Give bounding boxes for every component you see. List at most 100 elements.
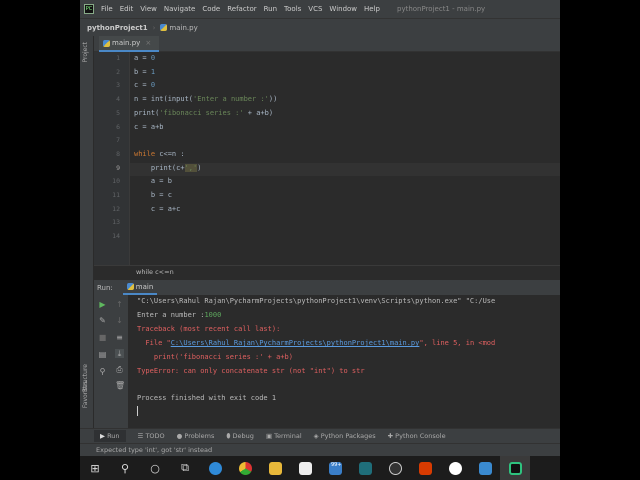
store-icon[interactable]	[290, 456, 320, 480]
project-tool-button[interactable]: Project	[82, 42, 89, 63]
menu-navigate[interactable]: Navigate	[164, 5, 195, 13]
down-arrow-icon[interactable]: ↓	[115, 316, 124, 325]
line-number: 11	[112, 191, 120, 199]
run-toolbar-2: ↑ ↓ ≡ ⤓ ⎙ 🗑	[111, 295, 128, 428]
line-number: 9	[116, 163, 120, 172]
line-number: 7	[116, 136, 120, 145]
run-console-output[interactable]: "C:\Users\Rahul Rajan\PycharmProjects\py…	[128, 295, 560, 428]
console-prompt: Enter a number :1000	[137, 311, 222, 319]
tool-tab-todo[interactable]: ☰ TODO	[138, 432, 165, 440]
menu-tools[interactable]: Tools	[284, 5, 301, 13]
wrench-icon[interactable]: ✎	[98, 316, 107, 325]
obs-icon[interactable]	[380, 456, 410, 480]
app-circle-icon[interactable]	[440, 456, 470, 480]
menu-code[interactable]: Code	[202, 5, 220, 13]
code-line: b = c	[134, 191, 172, 199]
status-bar: Expected type 'int', got 'str' instead	[80, 443, 560, 456]
run-label: Run:	[97, 283, 113, 292]
layout-icon[interactable]: ▤	[98, 350, 107, 359]
menu-window[interactable]: Window	[329, 5, 357, 13]
status-message: Expected type 'int', got 'str' instead	[96, 446, 213, 454]
tab-main-py[interactable]: main.py ×	[99, 36, 160, 52]
breadcrumb-file[interactable]: main.py	[160, 24, 198, 32]
menu-bar: PC File Edit View Navigate Code Refactor…	[80, 0, 560, 18]
tool-tab-problems[interactable]: ● Problems	[177, 432, 215, 440]
text-cursor	[137, 406, 138, 416]
pycharm-window: PC File Edit View Navigate Code Refactor…	[80, 0, 560, 456]
menu-refactor[interactable]: Refactor	[227, 5, 256, 13]
close-icon[interactable]: ×	[145, 39, 151, 47]
tool-tab-debug[interactable]: ⬮ Debug	[226, 432, 254, 441]
traceback-file-link[interactable]: C:\Users\Rahul Rajan\PycharmProjects\pyt…	[171, 339, 420, 347]
pycharm-taskbar-icon[interactable]	[500, 456, 530, 480]
scroll-to-end-icon[interactable]: ⤓	[115, 349, 124, 358]
line-number: 12	[112, 204, 120, 213]
chrome-icon[interactable]	[230, 456, 260, 480]
tool-tab-python-packages[interactable]: ◈ Python Packages	[314, 432, 376, 440]
windows-start-icon[interactable]: ⊞	[80, 456, 110, 480]
code-editor[interactable]: 1 2 3 4 5 6 7 8 9 10 11 12 13 14 a = 0b = 1c = 0n = i…	[94, 52, 560, 265]
tool-tab-run[interactable]: ▶ Run	[94, 430, 126, 442]
pin-icon[interactable]: ⚲	[98, 367, 107, 376]
up-arrow-icon[interactable]: ↑	[115, 300, 124, 309]
cortana-icon[interactable]: ○	[140, 456, 170, 480]
line-number: 4	[116, 95, 120, 104]
line-gutter: 1 2 3 4 5 6 7 8 9 10 11 12 13 14	[94, 52, 130, 265]
line-number: 10	[112, 177, 120, 186]
line-number: 8	[116, 149, 120, 158]
soft-wrap-icon[interactable]: ≡	[115, 333, 124, 342]
pycharm-logo-icon: PC	[84, 4, 94, 14]
file-explorer-icon[interactable]	[260, 456, 290, 480]
code-line: n = int(input('Enter a number :'))	[134, 95, 278, 104]
tool-tab-python-console[interactable]: ✚ Python Console	[388, 432, 446, 440]
menu-run[interactable]: Run	[264, 5, 277, 13]
mail-icon[interactable]: 99+	[320, 456, 350, 480]
console-traceback: Traceback (most recent call last):	[137, 325, 281, 333]
run-tab-main[interactable]: main	[122, 280, 158, 295]
line-number: 2	[116, 67, 120, 76]
line-number: 13	[112, 218, 120, 227]
menu-file[interactable]: File	[101, 5, 113, 13]
code-line: print(c+',')	[134, 163, 202, 172]
app-icon[interactable]	[350, 456, 380, 480]
office-icon[interactable]	[410, 456, 440, 480]
python-file-icon	[103, 39, 110, 47]
search-icon[interactable]: ⚲	[110, 456, 140, 480]
python-file-icon	[160, 24, 168, 31]
edge-icon[interactable]	[200, 456, 230, 480]
editor-tabs: main.py ×	[94, 36, 560, 52]
code-breadcrumb[interactable]: while c<=n	[94, 265, 560, 279]
code-line: b = 1	[134, 67, 156, 76]
breadcrumb-project[interactable]: pythonProject1	[87, 24, 148, 32]
code-line: c = a+c	[134, 204, 181, 213]
print-icon[interactable]: ⎙	[115, 365, 124, 374]
favorites-tool-button[interactable]: Favorites	[82, 381, 89, 408]
menu-help[interactable]: Help	[364, 5, 380, 13]
tool-tab-terminal[interactable]: ▣ Terminal	[266, 432, 302, 440]
breadcrumb: pythonProject1 › main.py	[80, 18, 560, 36]
stop-icon[interactable]: ■	[98, 333, 107, 342]
tab-label: main.py	[112, 39, 141, 47]
task-view-icon[interactable]: ⧉	[170, 456, 200, 480]
console-source-line: print('fibonacci series :' + a+b)	[137, 353, 293, 361]
run-toolbar-1: ▶ ✎ ■ ▤ ⚲	[94, 295, 111, 428]
menu-view[interactable]: View	[140, 5, 157, 13]
trash-icon[interactable]: 🗑	[115, 381, 125, 390]
windows-taskbar: ⊞ ⚲ ○ ⧉ 99+	[80, 456, 560, 480]
menu-edit[interactable]: Edit	[120, 5, 134, 13]
run-tab-label: main	[135, 282, 154, 291]
rerun-icon[interactable]: ▶	[98, 300, 107, 309]
line-number: 6	[116, 122, 120, 131]
window-title: pythonProject1 - main.py	[397, 5, 486, 13]
console-exit: Process finished with exit code 1	[137, 394, 277, 402]
console-command: "C:\Users\Rahul Rajan\PycharmProjects\py…	[137, 297, 496, 305]
code-line: c = 0	[134, 81, 156, 90]
line-number: 3	[116, 81, 120, 90]
app-square-icon[interactable]	[470, 456, 500, 480]
code-line: a = b	[134, 177, 172, 186]
menu-vcs[interactable]: VCS	[308, 5, 322, 13]
code-line: c = a+b	[134, 122, 164, 131]
left-tool-strip: Project Structure Favorites	[80, 36, 94, 428]
line-number: 14	[112, 232, 120, 241]
console-error: TypeError: can only concatenate str (not…	[137, 367, 365, 375]
